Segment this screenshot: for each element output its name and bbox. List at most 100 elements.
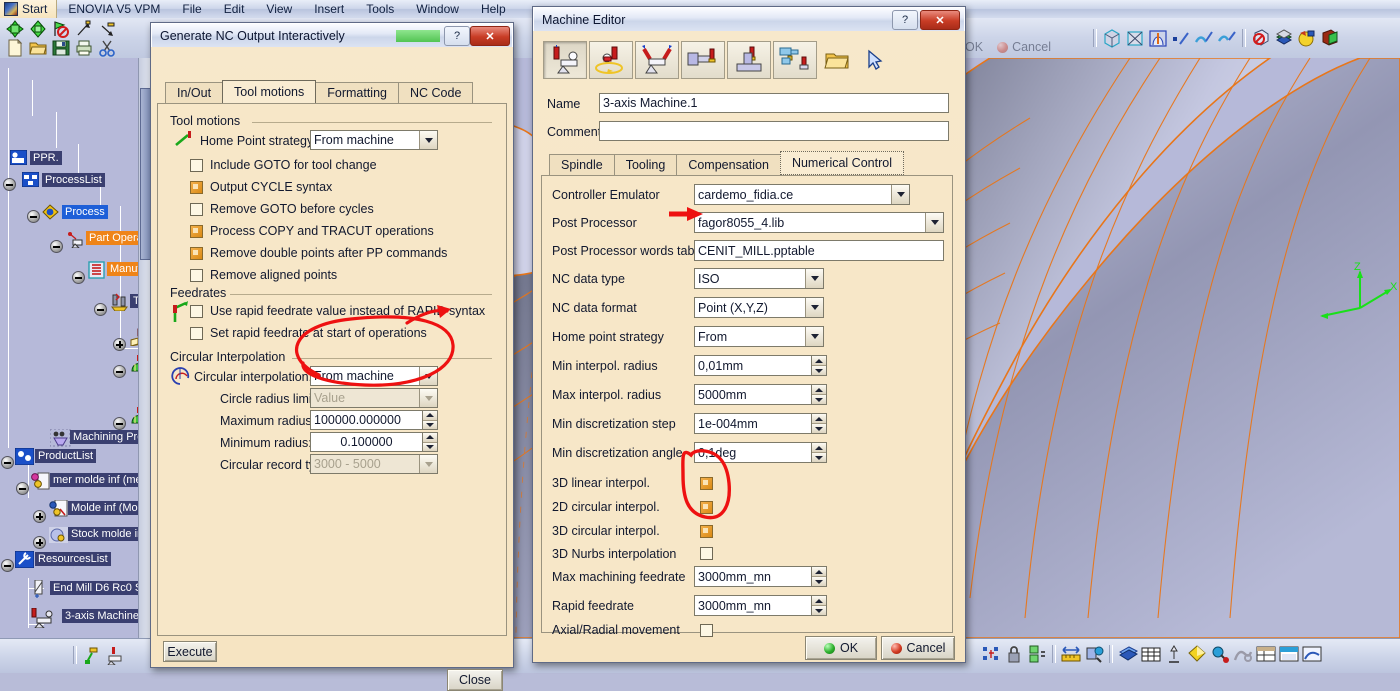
checkbox-box[interactable] bbox=[190, 158, 203, 172]
machine-setup-icon[interactable] bbox=[104, 645, 126, 665]
dialog-title-bar[interactable]: Machine Editor ? ✕ bbox=[533, 7, 965, 33]
max-machining-feedrate-stepper[interactable] bbox=[812, 566, 827, 587]
checkbox-include-goto[interactable]: Include GOTO for tool change bbox=[190, 158, 377, 172]
chevron-down-icon[interactable] bbox=[805, 327, 823, 346]
tree-expand-toggle[interactable] bbox=[33, 510, 46, 523]
checkbox-process-copy[interactable]: Process COPY and TRACUT operations bbox=[190, 224, 434, 238]
analysis-icon[interactable] bbox=[1209, 644, 1231, 664]
stepper-down-icon[interactable] bbox=[812, 395, 826, 404]
help-button[interactable]: ? bbox=[444, 26, 470, 46]
post-processor-combo[interactable]: fagor8055_4.lib bbox=[694, 212, 944, 233]
chevron-down-icon[interactable] bbox=[419, 367, 437, 385]
tree-node-part[interactable]: Molde inf (Mo bbox=[48, 499, 141, 517]
stepper-down-icon[interactable] bbox=[812, 606, 826, 615]
close-button[interactable]: ✕ bbox=[470, 26, 510, 46]
chevron-down-icon[interactable] bbox=[891, 185, 909, 204]
rapid-feedrate-stepper[interactable] bbox=[812, 595, 827, 616]
menu-item-insert[interactable]: Insert bbox=[303, 0, 355, 18]
max-interpol-radius-field[interactable]: 5000mm bbox=[694, 384, 827, 405]
2d-circular-interpol-checkbox[interactable] bbox=[700, 501, 713, 514]
tree-node-resourceslist[interactable]: ResourcesList bbox=[14, 550, 111, 569]
chevron-down-icon[interactable] bbox=[419, 131, 437, 149]
circular-record-type-combo[interactable]: 3000 - 5000 bbox=[310, 454, 438, 474]
catalog-icon[interactable] bbox=[1117, 644, 1139, 664]
menu-item-view[interactable]: View bbox=[255, 0, 303, 18]
checkbox-box[interactable] bbox=[190, 304, 203, 318]
stepper-down-icon[interactable] bbox=[423, 442, 437, 451]
magic-point-icon[interactable] bbox=[1170, 28, 1192, 48]
arrow-down-right-icon[interactable] bbox=[96, 19, 118, 39]
tree-collapse-toggle[interactable] bbox=[113, 365, 126, 378]
max-interpol-radius-stepper[interactable] bbox=[812, 384, 827, 405]
apply-material-icon[interactable] bbox=[1319, 28, 1341, 48]
tree-collapse-toggle[interactable] bbox=[1, 456, 14, 469]
tree-node-processlist[interactable]: ProcessList bbox=[21, 171, 105, 188]
min-discretization-step-stepper[interactable] bbox=[812, 413, 827, 434]
controller-emulator-combo[interactable]: cardemo_fidia.ce bbox=[694, 184, 910, 205]
tab-compensation[interactable]: Compensation bbox=[676, 154, 781, 175]
name-input[interactable]: 3-axis Machine.1 bbox=[599, 93, 949, 113]
equal-sets-icon[interactable] bbox=[1026, 644, 1048, 664]
arrow-up-right-icon[interactable] bbox=[73, 19, 95, 39]
stepper-up-icon[interactable] bbox=[423, 411, 437, 421]
help-button[interactable]: ? bbox=[892, 10, 918, 30]
pan-icon[interactable] bbox=[4, 19, 26, 39]
tab-formatting[interactable]: Formatting bbox=[315, 82, 399, 103]
tab-tooling[interactable]: Tooling bbox=[613, 154, 678, 175]
checkbox-output-cycle[interactable]: Output CYCLE syntax bbox=[190, 180, 332, 194]
minimum-radius-field[interactable]: 0.100000 bbox=[310, 432, 438, 452]
isometric-view-icon[interactable] bbox=[1101, 28, 1123, 48]
layers-icon[interactable] bbox=[1273, 28, 1295, 48]
nc-tab-strip[interactable]: In/Out Tool motions Formatting NC Code bbox=[157, 80, 474, 103]
chevron-down-icon[interactable] bbox=[805, 298, 823, 317]
save-icon[interactable] bbox=[50, 38, 72, 58]
machine-tab-strip[interactable]: Spindle Tooling Compensation Numerical C… bbox=[541, 151, 904, 175]
tree-collapse-toggle[interactable] bbox=[72, 271, 85, 284]
3d-nurbs-interpolation-checkbox[interactable] bbox=[700, 547, 713, 560]
cancel-button[interactable]: Cancel bbox=[881, 636, 955, 660]
stepper-up-icon[interactable] bbox=[812, 414, 826, 424]
simulation-icon[interactable] bbox=[1232, 644, 1254, 664]
max-machining-feedrate-value[interactable]: 3000mm_mn bbox=[694, 566, 812, 587]
stepper-up-icon[interactable] bbox=[812, 385, 826, 395]
min-discretization-angle-value[interactable]: 0,1deg bbox=[694, 442, 812, 463]
rapid-feedrate-field[interactable]: 3000mm_mn bbox=[694, 595, 827, 616]
tree-collapse-toggle[interactable] bbox=[50, 240, 63, 253]
rapid-feedrate-value[interactable]: 3000mm_mn bbox=[694, 595, 812, 616]
min-interpol-radius-value[interactable]: 0,01mm bbox=[694, 355, 812, 376]
view-cube-icon[interactable] bbox=[1147, 28, 1169, 48]
no-flag-icon[interactable] bbox=[50, 19, 72, 39]
select-machine-icon[interactable] bbox=[857, 41, 893, 79]
min-discretization-step-value[interactable]: 1e-004mm bbox=[694, 413, 812, 434]
menu-item-enovia[interactable]: ENOVIA V5 VPM bbox=[57, 0, 171, 18]
post-processor-words-table-input[interactable]: CENIT_MILL.pptable bbox=[694, 240, 944, 261]
open-folder-icon[interactable] bbox=[27, 38, 49, 58]
menu-item-window[interactable]: Window bbox=[405, 0, 470, 18]
generate-nc-output-dialog[interactable]: Generate NC Output Interactively ? ✕ In/… bbox=[150, 22, 514, 691]
checkbox-box[interactable] bbox=[190, 202, 203, 216]
viewer-icon[interactable] bbox=[1278, 644, 1300, 664]
checkbox-box[interactable] bbox=[190, 326, 203, 340]
tree-expand-toggle[interactable] bbox=[33, 536, 46, 549]
tree-node-ppr[interactable]: PPR. bbox=[9, 149, 62, 166]
tab-in-out[interactable]: In/Out bbox=[165, 82, 224, 103]
machine-type-toolbar[interactable] bbox=[543, 41, 893, 79]
tab-numerical-control[interactable]: Numerical Control bbox=[779, 151, 904, 175]
open-machine-icon[interactable] bbox=[819, 41, 855, 79]
max-machining-feedrate-field[interactable]: 3000mm_mn bbox=[694, 566, 827, 587]
tree-collapse-toggle[interactable] bbox=[16, 482, 29, 495]
start-button[interactable]: Start bbox=[0, 0, 58, 18]
checkbox-remove-double-points[interactable]: Remove double points after PP commands bbox=[190, 246, 447, 260]
tree-collapse-toggle[interactable] bbox=[3, 178, 16, 191]
table-icon[interactable] bbox=[1140, 644, 1162, 664]
menu-item-help[interactable]: Help bbox=[470, 0, 517, 18]
maximum-radius-value[interactable]: 100000.000000 bbox=[310, 410, 423, 430]
circle-radius-limits-combo[interactable]: Value bbox=[310, 388, 438, 408]
3-axis-machine-icon[interactable] bbox=[543, 41, 587, 79]
machine-editor-dialog[interactable]: Machine Editor ? ✕ Name 3-axis Machine.1… bbox=[532, 6, 966, 663]
rotate-icon[interactable] bbox=[27, 19, 49, 39]
checkbox-remove-goto[interactable]: Remove GOTO before cycles bbox=[190, 202, 374, 216]
no-show-icon[interactable] bbox=[1250, 28, 1272, 48]
chevron-down-icon[interactable] bbox=[925, 213, 943, 232]
checkbox-set-rapid-feedrate[interactable]: Set rapid feedrate at start of operation… bbox=[190, 326, 427, 340]
